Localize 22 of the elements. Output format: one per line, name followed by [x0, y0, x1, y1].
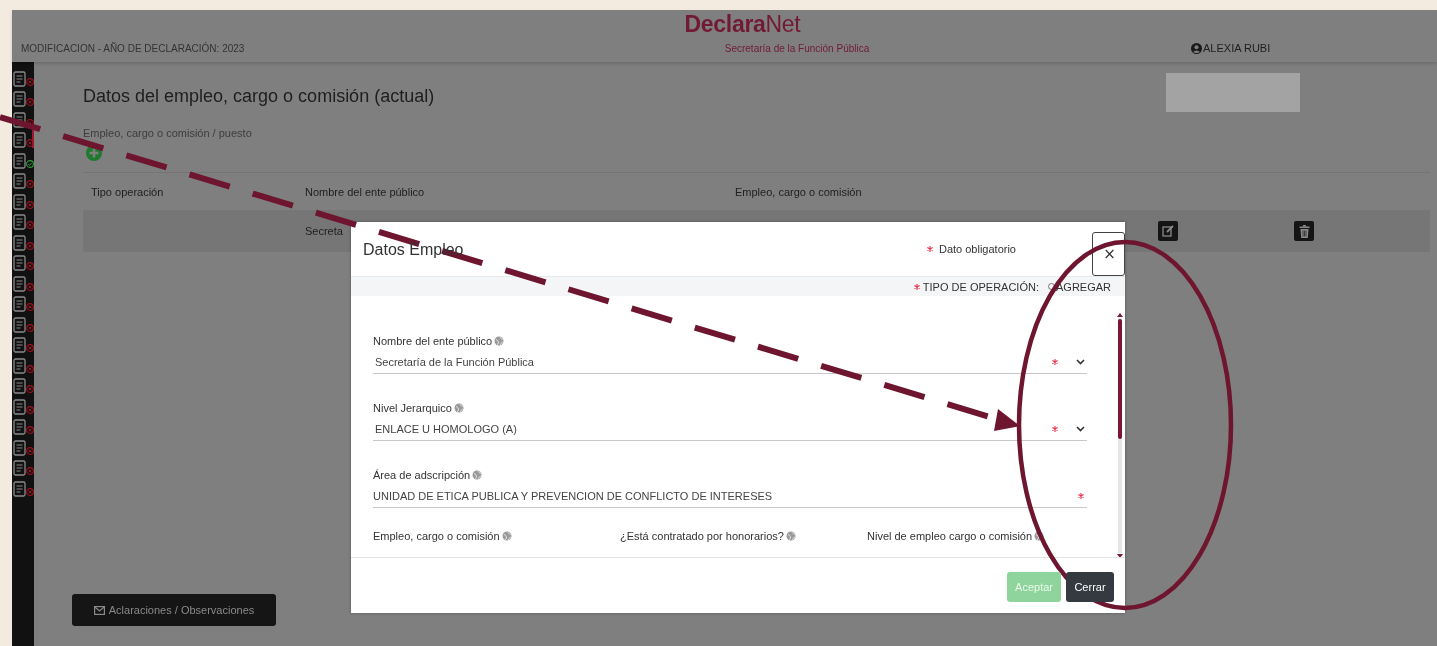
required-note: Dato obligatorio	[938, 243, 1016, 255]
field-label: Nivel de empleo cargo o comisión	[867, 530, 1033, 542]
column-header: Empleo, cargo o comisión	[735, 185, 863, 198]
dialog-title: Datos Empleo	[363, 240, 465, 259]
field-label: Nivel Jerarquico	[373, 402, 452, 414]
close-dialog-button[interactable]: Cerrar	[1066, 571, 1114, 602]
section-title: Datos del empleo, cargo o comisión (actual)	[83, 86, 435, 107]
field-label: Área de adscripción	[373, 469, 471, 481]
declaration-label: MODIFICACION - AÑO DE DECLARACIÓN: 2023	[20, 42, 246, 54]
operation-label: TIPO DE OPERACIÓN:	[922, 280, 1039, 293]
user-name[interactable]: ALEXIA RUBI	[1203, 42, 1271, 54]
field-label: Nombre del ente público	[373, 335, 493, 347]
input-field[interactable]: UNIDAD DE ETICA PUBLICA Y PREVENCION DE CONFLICTO DE INTERESES	[373, 485, 1087, 508]
table-cell: Secreta	[305, 225, 343, 237]
field-label: ¿Está contratado por honorarios?	[620, 530, 784, 542]
organization-name: Secretaría de la Función Pública	[723, 42, 871, 54]
field-label: Empleo, cargo o comisión	[373, 530, 500, 542]
select-field[interactable]: Secretaría de la Función Pública	[373, 351, 1087, 374]
notes-button[interactable]: Aclaraciones / Observaciones	[72, 594, 276, 626]
column-header: Nombre del ente público	[305, 185, 426, 198]
logo: DeclaraNet	[684, 10, 801, 38]
column-header: Tipo operación	[90, 185, 165, 198]
